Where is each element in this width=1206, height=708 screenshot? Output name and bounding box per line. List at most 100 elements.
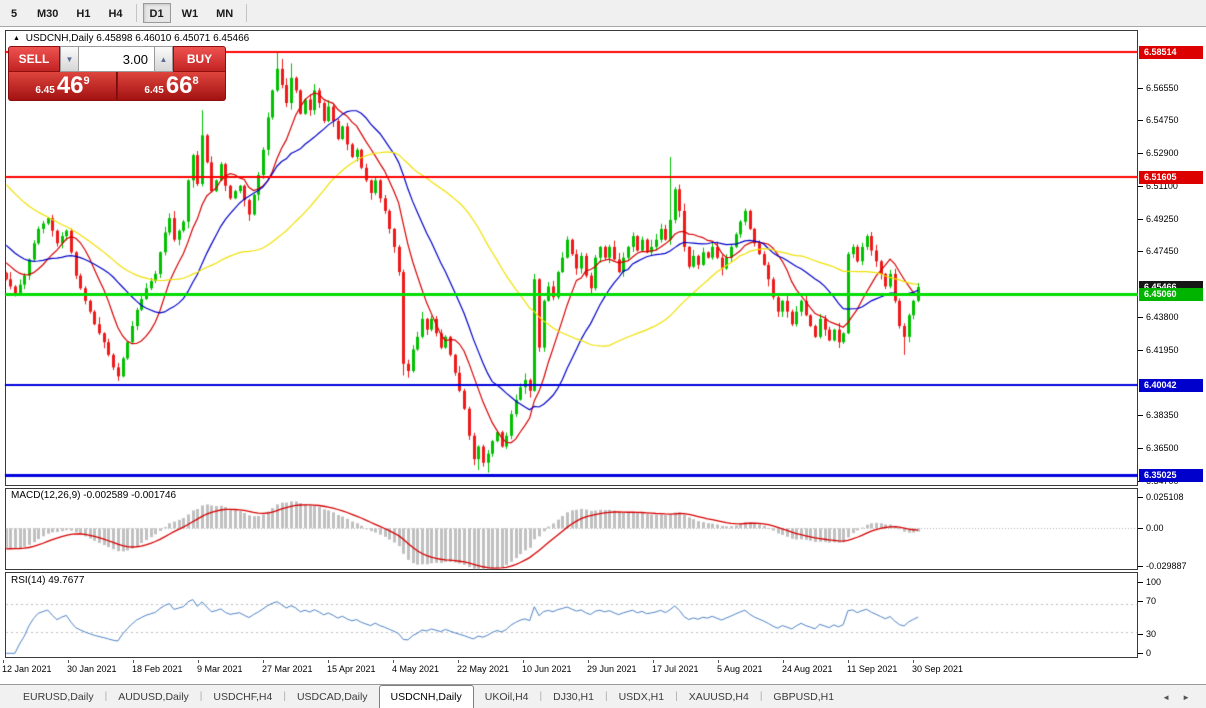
date-tick-mark [523, 660, 524, 663]
indicator-tick-mark [1138, 582, 1143, 583]
date-tick-mark [588, 660, 589, 663]
date-label: 4 May 2021 [392, 664, 439, 674]
indicator-tick-label: 0.025108 [1146, 492, 1184, 502]
date-label: 5 Aug 2021 [717, 664, 763, 674]
chart-tab-eurusd[interactable]: EURUSD,Daily [12, 685, 105, 708]
indicator-tick-mark [1138, 497, 1143, 498]
date-label: 12 Jan 2021 [2, 664, 52, 674]
date-label: 30 Sep 2021 [912, 664, 963, 674]
macd-indicator-label: MACD(12,26,9) -0.002589 -0.001746 [11, 490, 176, 501]
price-tick-label: 6.43800 [1146, 312, 1179, 322]
chart-tab-audusd[interactable]: AUDUSD,Daily [107, 685, 200, 708]
date-tick-mark [783, 660, 784, 663]
date-label: 29 Jun 2021 [587, 664, 637, 674]
price-tick-label: 6.49250 [1146, 214, 1179, 224]
buy-price-big: 66 [166, 74, 193, 98]
indicator-tick-mark [1138, 528, 1143, 529]
macd-values: -0.002589 -0.001746 [83, 490, 176, 501]
date-tick-mark [913, 660, 914, 663]
tab-scroll-right-icon[interactable]: ► [1182, 693, 1190, 702]
chart-tab-dj30[interactable]: DJ30,H1 [542, 685, 605, 708]
chart-tab-usdchf[interactable]: USDCHF,H4 [202, 685, 283, 708]
date-label: 22 May 2021 [457, 664, 509, 674]
chart-tab-xauusd[interactable]: XAUUSD,H4 [678, 685, 760, 708]
price-tick-label: 6.38350 [1146, 410, 1179, 420]
indicator-tick-mark [1138, 653, 1143, 654]
indicator-tick-label: 0.00 [1146, 523, 1164, 533]
sell-button[interactable]: SELL [8, 46, 60, 72]
date-label: 18 Feb 2021 [132, 664, 183, 674]
macd-name: MACD(12,26,9) [11, 490, 80, 501]
price-tick-label: 6.36500 [1146, 443, 1179, 453]
buy-price-prefix: 6.45 [144, 85, 163, 96]
price-level-badge: 6.40042 [1139, 379, 1203, 392]
volume-decrease-button[interactable]: ▼ [60, 46, 79, 72]
date-label: 30 Jan 2021 [67, 664, 117, 674]
price-level-badge: 6.35025 [1139, 469, 1203, 482]
date-label: 11 Sep 2021 [847, 664, 897, 674]
rsi-indicator-label: RSI(14) 49.7677 [11, 575, 84, 586]
chart-canvas[interactable] [0, 0, 1206, 708]
indicator-tick-mark [1138, 601, 1143, 602]
price-tick-label: 6.41950 [1146, 345, 1179, 355]
symbol-ohlc-header: ▲ USDCNH,Daily 6.45898 6.46010 6.45071 6… [13, 33, 249, 44]
buy-button[interactable]: BUY [173, 46, 226, 72]
chart-tab-usdx[interactable]: USDX,H1 [608, 685, 676, 708]
indicator-tick-mark [1138, 566, 1143, 567]
price-tick-mark [1138, 153, 1143, 154]
date-label: 27 Mar 2021 [262, 664, 313, 674]
date-label: 24 Aug 2021 [782, 664, 833, 674]
tab-scroll-arrows: ◄ ► [1162, 685, 1190, 708]
price-tick-label: 6.52900 [1146, 148, 1179, 158]
chart-tab-usdcnh[interactable]: USDCNH,Daily [379, 685, 474, 708]
sell-price-prefix: 6.45 [35, 85, 54, 96]
price-tick-label: 6.54750 [1146, 115, 1179, 125]
date-tick-mark [653, 660, 654, 663]
tab-scroll-left-icon[interactable]: ◄ [1162, 693, 1170, 702]
chart-tab-ukoil[interactable]: UKOil,H4 [474, 685, 540, 708]
rsi-name: RSI(14) [11, 575, 45, 586]
indicator-tick-label: -0.029887 [1146, 561, 1187, 571]
chart-tab-gbpusd[interactable]: GBPUSD,H1 [762, 685, 845, 708]
date-label: 9 Mar 2021 [197, 664, 243, 674]
price-tick-label: 6.56550 [1146, 83, 1179, 93]
chart-tab-usdcad[interactable]: USDCAD,Daily [286, 685, 379, 708]
volume-increase-button[interactable]: ▲ [154, 46, 173, 72]
price-tick-mark [1138, 120, 1143, 121]
date-tick-mark [3, 660, 4, 663]
price-tick-mark [1138, 219, 1143, 220]
price-tick-mark [1138, 448, 1143, 449]
rsi-value: 49.7677 [48, 575, 84, 586]
date-tick-mark [263, 660, 264, 663]
indicator-tick-mark [1138, 634, 1143, 635]
price-tick-mark [1138, 350, 1143, 351]
date-axis: 12 Jan 2021 30 Jan 2021 18 Feb 2021 9 Mar 2… [0, 660, 1206, 682]
price-level-badge: 6.58514 [1139, 46, 1203, 59]
price-tick-mark [1138, 186, 1143, 187]
price-level-badge: 6.51605 [1139, 171, 1203, 184]
date-tick-mark [133, 660, 134, 663]
collapse-triangle-icon[interactable]: ▲ [13, 35, 20, 42]
price-tick-label: 6.47450 [1146, 246, 1179, 256]
price-tick-mark [1138, 415, 1143, 416]
indicator-tick-label: 70 [1146, 596, 1156, 606]
date-tick-mark [393, 660, 394, 663]
one-click-trade-panel: SELL ▼ 3.00 ▲ BUY 6.45 46 9 6.45 66 8 [8, 46, 226, 101]
price-tick-mark [1138, 251, 1143, 252]
volume-input[interactable]: 3.00 [79, 46, 154, 72]
indicator-tick-label: 100 [1146, 577, 1161, 587]
indicator-tick-label: 30 [1146, 629, 1156, 639]
price-tick-mark [1138, 88, 1143, 89]
buy-price-display[interactable]: 6.45 66 8 [117, 72, 226, 101]
date-tick-mark [458, 660, 459, 663]
sell-price-sup: 9 [84, 75, 90, 87]
indicator-tick-label: 0 [1146, 648, 1151, 658]
price-tick-mark [1138, 317, 1143, 318]
sell-price-big: 46 [57, 74, 84, 98]
date-tick-mark [848, 660, 849, 663]
sell-price-display[interactable]: 6.45 46 9 [8, 72, 117, 101]
price-level-badge: 6.45060 [1139, 288, 1203, 301]
price-axis: 6.565506.547506.529006.511006.492506.474… [1138, 28, 1206, 682]
symbol-ohlc-values: 6.45898 6.46010 6.45071 6.45466 [96, 33, 249, 44]
date-tick-mark [718, 660, 719, 663]
